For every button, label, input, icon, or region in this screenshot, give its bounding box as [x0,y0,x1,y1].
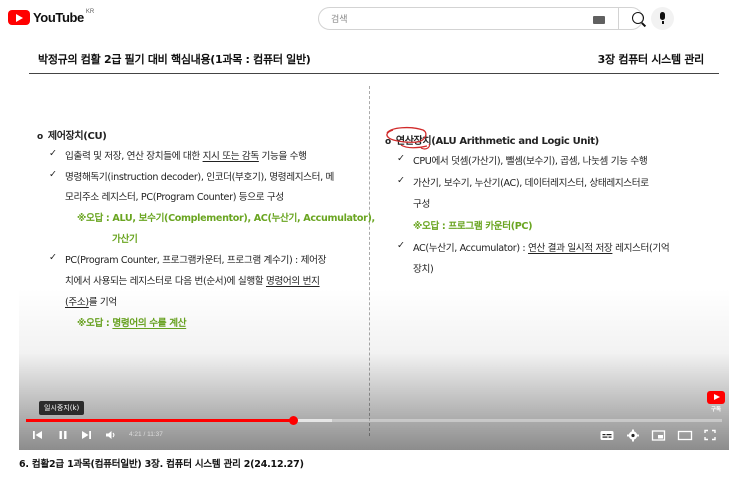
left-item-3-cont-2: (주소)를 기억 [65,294,117,308]
right-item-1: CPU에서 덧셈(가산기), 뺄셈(보수기), 곱셈, 나눗셈 기능 수행 [413,156,648,167]
microphone-icon [660,12,665,24]
pause-icon[interactable] [56,428,70,442]
progress-bar[interactable] [26,416,722,425]
video-frame-slide: 박정규의 컴활 2급 필기 대비 핵심내용(1과목 : 컴퓨터 일반) 3장 컴… [19,38,729,450]
check-icon: ✓ [397,153,405,164]
left-wrong-answer-1: ※오답 : ALU, 보수기(Complementor), AC(누산기, Ac… [77,213,375,224]
check-icon: ✓ [397,175,405,186]
left-item-3-text: 치에서 사용되는 레지스터로 다음 번(순서)에 실행할 [65,276,266,287]
masthead: YouTube KR [0,0,743,36]
video-player[interactable]: 박정규의 컴활 2급 필기 대비 핵심내용(1과목 : 컴퓨터 일반) 3장 컴… [19,38,729,450]
subscribe-label: 구독 [710,407,722,413]
youtube-play-icon [8,10,30,25]
search-input[interactable] [331,12,581,26]
slide-column-divider [369,86,370,436]
search-icon [632,12,644,24]
right-item-3-tail: 레지스터(기억 [612,243,670,254]
time-display: 4:21 / 11:37 [129,431,163,438]
video-title[interactable]: 6. 컴활2급 1과목(컴퓨터일반) 3장. 컴퓨터 시스템 관리 2(24.1… [19,456,304,470]
keyboard-icon[interactable] [593,16,605,24]
right-item-2: 가산기, 보수기, 누산기(AC), 데이터레지스터, 상태레지스터로 [413,178,649,189]
left-item-2-cont: 모리주소 레지스터, PC(Program Counter) 등으로 구성 [65,192,284,203]
right-item-3-underlined: 연산 결과 일시적 저장 [528,243,613,254]
fullscreen-icon[interactable] [703,428,717,442]
settings-gear-icon[interactable] [626,428,640,442]
logo-country-code: KR [85,8,95,15]
theater-mode-icon[interactable] [677,428,693,442]
progress-played [26,419,294,422]
left-item-3-tail: 를 기억 [88,297,117,308]
left-item-3: PC(Program Counter, 프로그램카운터, 프로그램 계수기) :… [65,255,327,266]
voice-search-button[interactable] [651,7,674,30]
left-wrong-answer-1-cont: 가산기 [112,234,138,245]
left-wrong-answer-2-underlined: 명령어의 수를 계산 [112,318,187,329]
slide-header-right: 3장 컴퓨터 시스템 관리 [597,53,705,66]
next-icon[interactable] [79,428,93,442]
youtube-logo[interactable]: YouTube KR [8,8,95,25]
left-item-1: 입출력 및 저장, 연산 장치들에 대한 지시 또는 감독 기능을 수행 [65,148,307,162]
right-wrong-answer: ※오답 : 프로그램 카운터(PC) [413,221,533,232]
pause-tooltip: 일시중지(k) [39,401,85,415]
red-pen-circle [386,126,431,150]
right-item-3-cont: 장치) [413,264,434,275]
left-item-1-text: 입출력 및 저장, 연산 장치들에 대한 [65,151,203,162]
left-item-3-underlined-2: (주소) [65,297,89,308]
logo-text: YouTube [33,10,84,25]
youtube-play-icon [707,391,725,404]
left-item-3-cont: 치에서 사용되는 레지스터로 다음 번(순서)에 실행할 명령어의 번지 [65,273,320,287]
check-icon: ✓ [49,252,57,263]
left-item-1-underlined: 지시 또는 감독 [202,151,260,162]
left-heading-text: 제어장치(CU) [47,131,107,142]
right-item-3-text: AC(누산기, Accumulator) : [413,243,529,254]
volume-icon[interactable] [104,428,118,442]
player-controls: 4:21 / 11:37 [19,426,729,446]
left-item-1-tail: 기능을 수행 [258,151,307,162]
subscribe-watermark[interactable]: 구독 [707,391,725,413]
search-box [318,7,644,30]
previous-icon[interactable] [31,428,45,442]
left-item-2: 명령해독기(instruction decoder), 인코더(부호기), 명령… [65,172,334,183]
check-icon: ✓ [49,148,57,159]
left-heading: o 제어장치(CU) [37,131,107,142]
right-item-3: AC(누산기, Accumulator) : 연산 결과 일시적 저장 레지스터… [413,240,670,254]
left-wrong-answer-2: ※오답 : 명령어의 수를 계산 [77,315,187,329]
left-item-3-underlined: 명령어의 번지 [265,276,320,287]
check-icon: ✓ [49,169,57,180]
subtitles-icon[interactable] [599,428,615,442]
slide-header-left: 박정규의 컴활 2급 필기 대비 핵심내용(1과목 : 컴퓨터 일반) [38,53,311,66]
check-icon: ✓ [397,240,405,251]
miniplayer-icon[interactable] [651,428,666,442]
left-wrong-answer-2-prefix: ※오답 : [77,318,113,329]
right-item-2-cont: 구성 [413,199,430,210]
slide-header-rule [29,73,719,74]
